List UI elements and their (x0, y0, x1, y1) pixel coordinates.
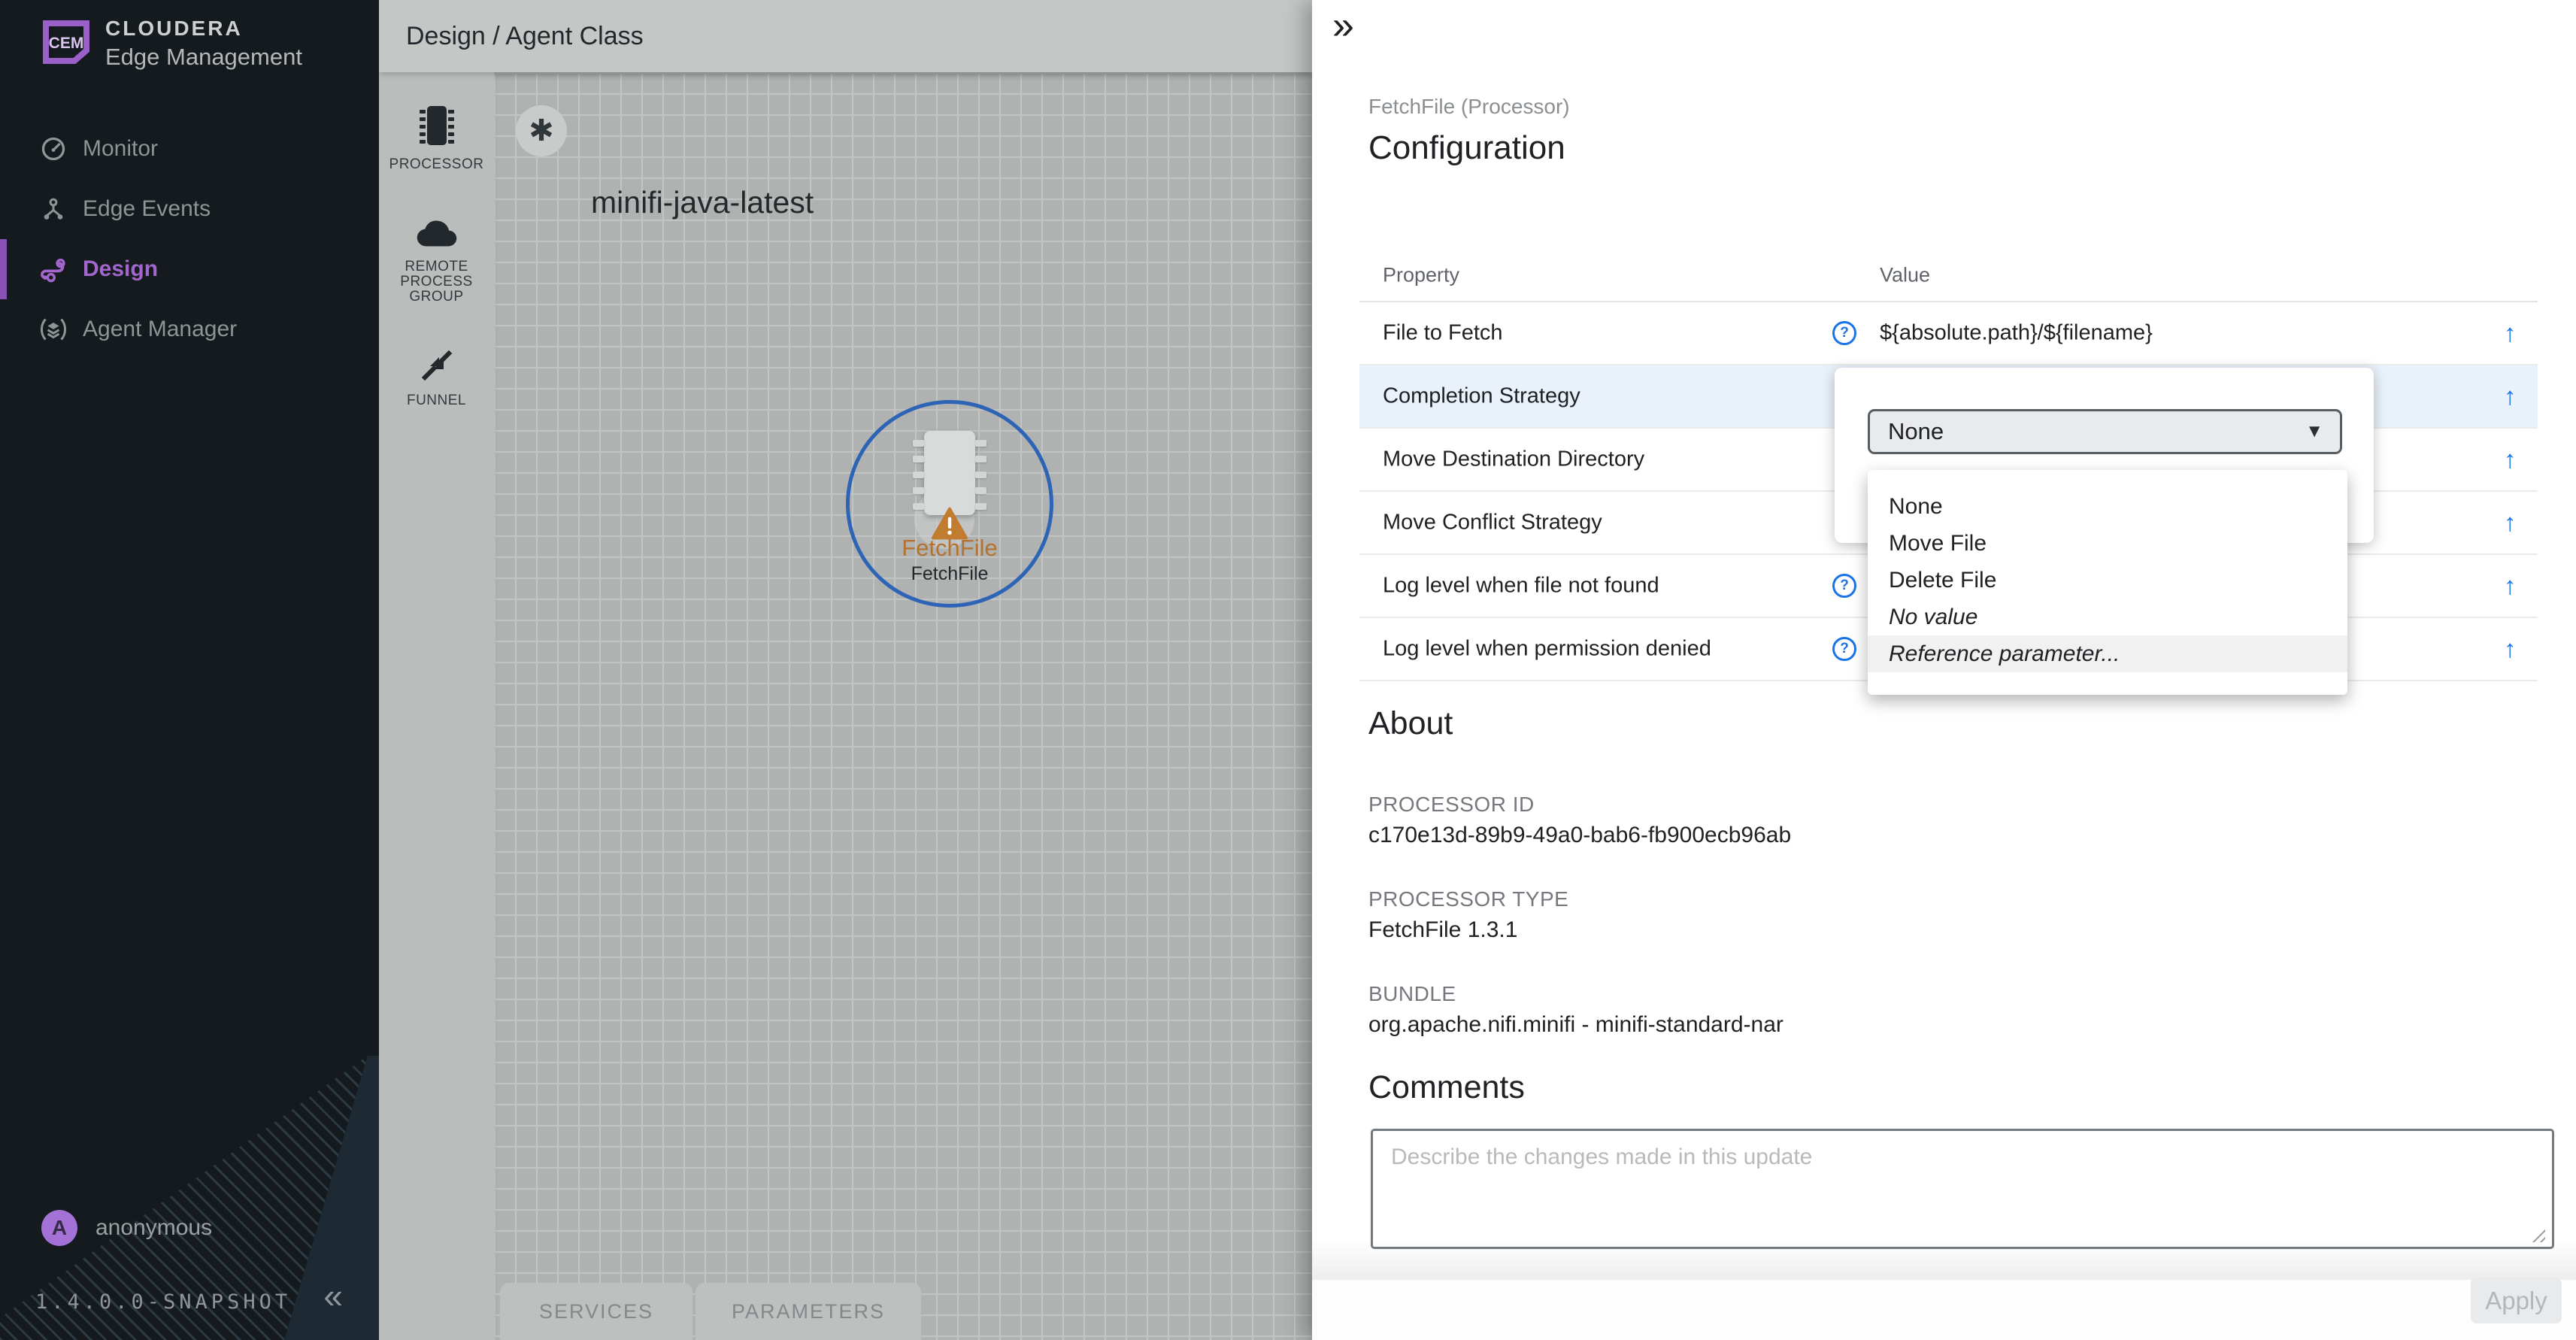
configuration-panel: » FetchFile (Processor) Configuration Pr… (1312, 0, 2576, 1340)
processor-type-label: PROCESSOR TYPE (1368, 887, 1568, 911)
layers-icon (39, 315, 68, 344)
user-row: A anonymous (41, 1210, 212, 1246)
sidebar-item-agent-manager[interactable]: Agent Manager (0, 299, 379, 359)
sidebar-item-design[interactable]: Design (0, 239, 379, 299)
flow-status-badge: ✱ (516, 105, 567, 156)
sidebar-item-edge-events[interactable]: Edge Events (0, 179, 379, 239)
palette-item-label: FUNNEL (379, 393, 494, 408)
sidebar-item-label: Agent Manager (83, 317, 237, 342)
component-palette: PROCESSOR REMOTE PROCESS GROUP FUNNEL (379, 72, 494, 1340)
bundle-value: org.apache.nifi.minifi - minifi-standard… (1368, 1012, 1784, 1038)
flow-design-icon (39, 255, 68, 283)
help-icon[interactable]: ? (1832, 321, 1856, 345)
help-icon[interactable]: ? (1832, 574, 1856, 598)
palette-item-label: REMOTE PROCESS GROUP (392, 259, 482, 305)
panel-title: Configuration (1368, 129, 1565, 167)
footer-shadow (1312, 1239, 2576, 1280)
panel-subtitle: FetchFile (Processor) (1368, 95, 1570, 119)
option-no-value[interactable]: No value (1868, 599, 2347, 635)
select-options-list: None Move File Delete File No value Refe… (1868, 470, 2347, 695)
palette-item-funnel[interactable]: FUNNEL (379, 347, 494, 408)
column-header-value: Value (1880, 264, 1930, 287)
events-node-icon (39, 195, 68, 223)
cloud-icon (414, 240, 460, 253)
processor-type-value: FetchFile 1.3.1 (1368, 917, 1517, 943)
processor-id-value: c170e13d-89b9-49a0-bab6-fb900ecb96ab (1368, 823, 1791, 848)
option-reference-parameter[interactable]: Reference parameter... (1868, 635, 2347, 672)
promote-arrow-icon[interactable]: ↑ (2504, 319, 2517, 347)
app-version: 1.4.0.0-SNAPSHOT (35, 1290, 291, 1314)
palette-item-processor[interactable]: PROCESSOR (379, 104, 494, 172)
option-delete-file[interactable]: Delete File (1868, 562, 2347, 599)
table-row-file-to-fetch[interactable]: File to Fetch ? ${absolute.path}/${filen… (1359, 302, 2538, 365)
sidebar-item-label: Edge Events (83, 196, 211, 222)
table-header: Property Value (1359, 250, 2538, 302)
breadcrumb: Design / Agent Class (406, 22, 644, 51)
help-icon[interactable]: ? (1832, 637, 1856, 661)
comments-heading: Comments (1368, 1069, 1525, 1106)
panel-footer (1312, 1280, 2576, 1340)
promote-arrow-icon[interactable]: ↑ (2504, 508, 2517, 537)
processor-id-label: PROCESSOR ID (1368, 793, 1535, 817)
tab-parameters[interactable]: PARAMETERS (696, 1283, 921, 1340)
option-move-file[interactable]: Move File (1868, 525, 2347, 562)
processor-chip-icon (413, 138, 461, 150)
bundle-label: BUNDLE (1368, 982, 1456, 1006)
brand-name: CLOUDERA (105, 17, 302, 41)
about-heading: About (1368, 705, 1453, 742)
app-logo: CEM CLOUDERA Edge Management (42, 17, 302, 71)
page-header: Design / Agent Class (379, 0, 1312, 72)
sidebar: CEM CLOUDERA Edge Management Monitor Edg… (0, 0, 379, 1340)
node-name-label: FetchFile (837, 563, 1062, 585)
cem-badge-icon: CEM (42, 20, 90, 68)
sidebar-item-label: Monitor (83, 136, 158, 162)
sidebar-item-label: Design (83, 256, 158, 282)
column-header-property: Property (1383, 264, 1459, 287)
tab-services[interactable]: SERVICES (500, 1283, 692, 1340)
avatar: A (41, 1210, 77, 1246)
comments-input[interactable] (1371, 1129, 2554, 1249)
brand-product: Edge Management (105, 44, 302, 71)
promote-arrow-icon[interactable]: ↑ (2504, 445, 2517, 474)
chevron-down-icon: ▼ (2305, 421, 2323, 442)
promote-arrow-icon[interactable]: ↑ (2504, 382, 2517, 411)
sidebar-nav: Monitor Edge Events Design Agent Manager (0, 119, 379, 359)
sidebar-item-monitor[interactable]: Monitor (0, 119, 379, 179)
user-name: anonymous (95, 1215, 212, 1241)
panel-collapse-button[interactable]: » (1332, 6, 1354, 45)
palette-item-remote-process-group[interactable]: REMOTE PROCESS GROUP (379, 215, 494, 305)
gauge-icon (39, 135, 68, 163)
palette-item-label: PROCESSOR (379, 157, 494, 172)
promote-arrow-icon[interactable]: ↑ (2504, 635, 2517, 663)
node-type-label: FetchFile (837, 535, 1062, 562)
svg-text:CEM: CEM (49, 35, 84, 52)
sidebar-collapse-button[interactable]: « (323, 1278, 343, 1313)
flow-title: minifi-java-latest (591, 185, 814, 220)
promote-arrow-icon[interactable]: ↑ (2504, 571, 2517, 600)
flow-canvas[interactable]: ✱ minifi-java-latest FetchFile FetchFile… (494, 72, 1312, 1340)
funnel-merge-icon (419, 374, 455, 387)
cem-app: CEM CLOUDERA Edge Management Monitor Edg… (0, 0, 2576, 1340)
option-none[interactable]: None (1868, 488, 2347, 525)
completion-strategy-select[interactable]: None ▼ (1868, 409, 2342, 454)
apply-button[interactable]: Apply (2471, 1278, 2562, 1323)
processor-node-body[interactable] (924, 431, 975, 515)
